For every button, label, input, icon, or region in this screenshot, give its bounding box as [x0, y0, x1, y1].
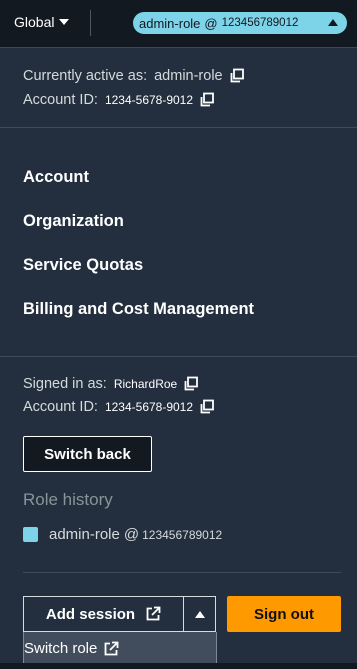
- role-indicator-pill[interactable]: admin-role @ 123456789012: [133, 12, 347, 34]
- caret-up-icon: [328, 19, 338, 26]
- divider: [0, 356, 357, 357]
- region-label: Global: [14, 14, 55, 30]
- bottom-edge: [0, 663, 357, 669]
- add-session-dropdown-toggle[interactable]: [183, 596, 216, 632]
- role-history-title: Role history: [23, 490, 113, 509]
- sign-out-button[interactable]: Sign out: [227, 596, 341, 632]
- menu-item-organization[interactable]: Organization: [23, 212, 124, 231]
- caret-up-icon: [195, 611, 205, 618]
- top-bar: Global admin-role @ 123456789012: [0, 0, 357, 48]
- switch-role-label: Switch role: [24, 640, 98, 657]
- add-session-button[interactable]: Add session: [23, 596, 183, 632]
- role-history-item[interactable]: admin-role @ 123456789012: [23, 526, 222, 543]
- external-link-icon: [103, 641, 119, 657]
- add-session-label: Add session: [45, 605, 136, 623]
- pill-role-name: admin-role: [139, 15, 201, 31]
- currently-active-label: Currently active as:: [23, 68, 148, 84]
- history-role-name: admin-role: [49, 526, 120, 543]
- currently-active-value: admin-role: [154, 68, 223, 84]
- signed-in-account-value: 1234-5678-9012: [104, 400, 194, 414]
- active-account-value: 1234-5678-9012: [104, 93, 194, 107]
- divider: [90, 10, 91, 36]
- role-color-swatch: [23, 527, 38, 542]
- signed-in-label: Signed in as:: [23, 376, 107, 392]
- pill-account: 123456789012: [221, 17, 299, 29]
- copy-icon[interactable]: [199, 399, 215, 415]
- switch-role-item[interactable]: Switch role: [24, 640, 119, 657]
- region-selector[interactable]: Global: [14, 14, 70, 30]
- divider: [0, 127, 357, 128]
- signed-in-account-line: Account ID: 1234-5678-9012: [23, 399, 215, 415]
- external-link-icon: [145, 606, 161, 622]
- menu-item-service-quotas[interactable]: Service Quotas: [23, 256, 143, 275]
- currently-active-line: Currently active as: admin-role: [23, 68, 245, 84]
- history-at: @: [123, 526, 140, 543]
- signed-in-line: Signed in as: RichardRoe: [23, 376, 199, 392]
- switch-back-button[interactable]: Switch back: [23, 436, 152, 472]
- menu-item-account[interactable]: Account: [23, 168, 89, 187]
- divider: [23, 572, 341, 573]
- active-account-line: Account ID: 1234-5678-9012: [23, 92, 215, 108]
- active-account-label: Account ID:: [23, 92, 98, 108]
- signed-in-value: RichardRoe: [113, 377, 178, 391]
- menu-item-billing[interactable]: Billing and Cost Management: [23, 300, 254, 319]
- history-account: 123456789012: [142, 527, 223, 542]
- copy-icon[interactable]: [183, 376, 199, 392]
- caret-down-icon: [59, 19, 70, 25]
- pill-at: @: [204, 15, 218, 31]
- copy-icon[interactable]: [199, 92, 215, 108]
- signed-in-account-label: Account ID:: [23, 399, 98, 415]
- copy-icon[interactable]: [229, 68, 245, 84]
